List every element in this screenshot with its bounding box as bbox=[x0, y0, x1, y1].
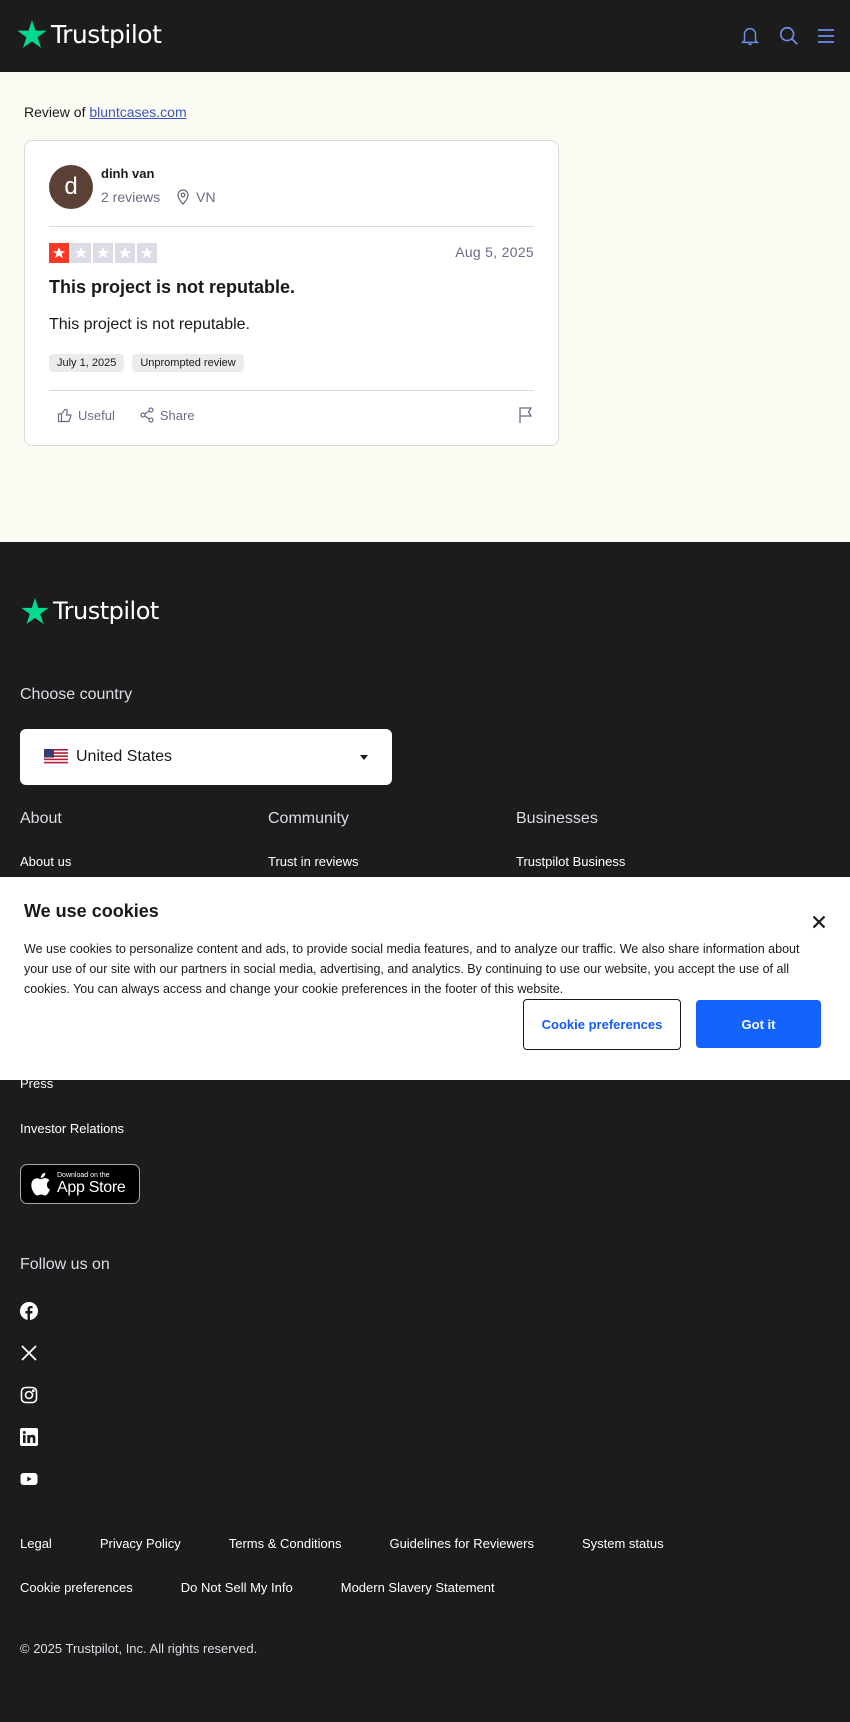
author-name[interactable]: dinh van bbox=[101, 166, 154, 181]
footer-link-system-status[interactable]: System status bbox=[582, 1536, 664, 1551]
footer-link-trustpilot-business[interactable]: Trustpilot Business bbox=[516, 854, 625, 869]
footer-heading-about: About bbox=[20, 810, 62, 827]
review-of-prefix: Review of bbox=[24, 104, 86, 120]
follow-us-heading: Follow us on bbox=[20, 1256, 110, 1273]
divider bbox=[49, 390, 534, 391]
footer-link-trust-in-reviews[interactable]: Trust in reviews bbox=[268, 854, 359, 869]
cookie-preferences-button[interactable]: Cookie preferences bbox=[523, 999, 681, 1050]
author-meta: 2 reviews VN bbox=[101, 189, 216, 205]
youtube-icon[interactable] bbox=[20, 1470, 38, 1488]
footer-link-terms[interactable]: Terms & Conditions bbox=[229, 1536, 342, 1551]
review-body: This project is not reputable. bbox=[49, 316, 250, 333]
app-store-badge[interactable]: Download on the App Store bbox=[20, 1164, 140, 1204]
useful-label: Useful bbox=[78, 407, 115, 423]
choose-country-heading: Choose country bbox=[20, 686, 133, 703]
star-icon bbox=[49, 243, 69, 263]
business-domain-link[interactable]: bluntcases.com bbox=[89, 104, 186, 120]
top-navigation-bar: Trustpilot bbox=[0, 0, 850, 72]
footer-link-cookie-preferences[interactable]: Cookie preferences bbox=[20, 1580, 133, 1595]
star-icon bbox=[115, 243, 135, 263]
footer-trustpilot-logo[interactable]: Trustpilot bbox=[20, 596, 159, 626]
location-code: VN bbox=[196, 189, 216, 205]
useful-button[interactable]: Useful bbox=[57, 407, 115, 423]
thumbs-up-icon bbox=[57, 408, 72, 423]
brand-name: Trustpilot bbox=[51, 19, 162, 49]
footer-heading-businesses: Businesses bbox=[516, 810, 598, 827]
review-date: Aug 5, 2025 bbox=[455, 244, 534, 260]
apple-icon bbox=[31, 1172, 50, 1196]
app-store-small-text: Download on the bbox=[57, 1172, 110, 1179]
star-icon bbox=[137, 243, 157, 263]
report-flag-icon[interactable] bbox=[518, 406, 534, 429]
footer-link-privacy-policy[interactable]: Privacy Policy bbox=[100, 1536, 181, 1551]
review-actions: Useful Share bbox=[57, 407, 195, 423]
bell-icon[interactable] bbox=[737, 22, 763, 50]
legal-links-row-2: Cookie preferences Do Not Sell My Info M… bbox=[20, 1580, 543, 1595]
avatar[interactable]: d bbox=[49, 165, 93, 209]
accept-cookies-button[interactable]: Got it bbox=[696, 1000, 821, 1048]
app-store-big-text: App Store bbox=[57, 1179, 126, 1196]
legal-links-row-1: Legal Privacy Policy Terms & Conditions … bbox=[20, 1536, 712, 1551]
star-icon bbox=[93, 243, 113, 263]
selected-country: United States bbox=[76, 748, 173, 765]
copyright: © 2025 Trustpilot, Inc. All rights reser… bbox=[20, 1641, 258, 1656]
chevron-down-icon bbox=[360, 755, 368, 760]
author-location: VN bbox=[176, 189, 216, 205]
brand-name: Trustpilot bbox=[53, 597, 159, 625]
footer-link-about-us[interactable]: About us bbox=[20, 854, 71, 869]
linkedin-icon[interactable] bbox=[20, 1428, 38, 1446]
footer-link-do-not-sell[interactable]: Do Not Sell My Info bbox=[181, 1580, 293, 1595]
star-rating bbox=[49, 243, 157, 263]
review-type-badge: Unprompted review bbox=[132, 354, 244, 372]
footer-link-investor-relations[interactable]: Investor Relations bbox=[20, 1121, 124, 1136]
footer: Trustpilot Choose country United States … bbox=[0, 542, 850, 1722]
share-icon bbox=[140, 407, 154, 423]
trustpilot-star-icon bbox=[17, 20, 47, 48]
review-title[interactable]: This project is not reputable. bbox=[49, 277, 295, 298]
trustpilot-star-icon bbox=[21, 597, 49, 624]
share-label: Share bbox=[159, 407, 195, 423]
us-flag-icon bbox=[44, 749, 68, 765]
country-select[interactable]: United States bbox=[20, 729, 392, 785]
cookie-banner-text: We use cookies to personalize content an… bbox=[24, 942, 800, 996]
divider bbox=[49, 226, 534, 227]
footer-link-modern-slavery[interactable]: Modern Slavery Statement bbox=[341, 1580, 495, 1595]
x-icon[interactable] bbox=[20, 1344, 38, 1362]
close-icon[interactable] bbox=[812, 915, 826, 929]
cookie-banner-title: We use cookies bbox=[24, 901, 159, 921]
review-chips: July 1, 2025 Unprompted review bbox=[49, 354, 244, 372]
instagram-icon[interactable] bbox=[20, 1386, 38, 1404]
experience-date-badge: July 1, 2025 bbox=[49, 354, 125, 372]
search-icon[interactable] bbox=[776, 22, 802, 50]
location-pin-icon bbox=[177, 189, 189, 205]
menu-icon[interactable] bbox=[813, 22, 839, 50]
footer-heading-community: Community bbox=[268, 810, 349, 827]
footer-link-legal[interactable]: Legal bbox=[20, 1536, 52, 1551]
star-icon bbox=[71, 243, 91, 263]
facebook-icon[interactable] bbox=[20, 1302, 38, 1320]
trustpilot-logo[interactable]: Trustpilot bbox=[16, 18, 162, 50]
review-count: 2 reviews bbox=[101, 189, 161, 205]
footer-link-guidelines[interactable]: Guidelines for Reviewers bbox=[389, 1536, 534, 1551]
review-card: d dinh van 2 reviews VN Aug 5, 2025 This… bbox=[24, 140, 559, 446]
share-button[interactable]: Share bbox=[139, 407, 195, 423]
review-of-line: Review of bluntcases.com bbox=[24, 104, 187, 120]
cookie-banner: We use cookies We use cookies to persona… bbox=[0, 877, 850, 1080]
